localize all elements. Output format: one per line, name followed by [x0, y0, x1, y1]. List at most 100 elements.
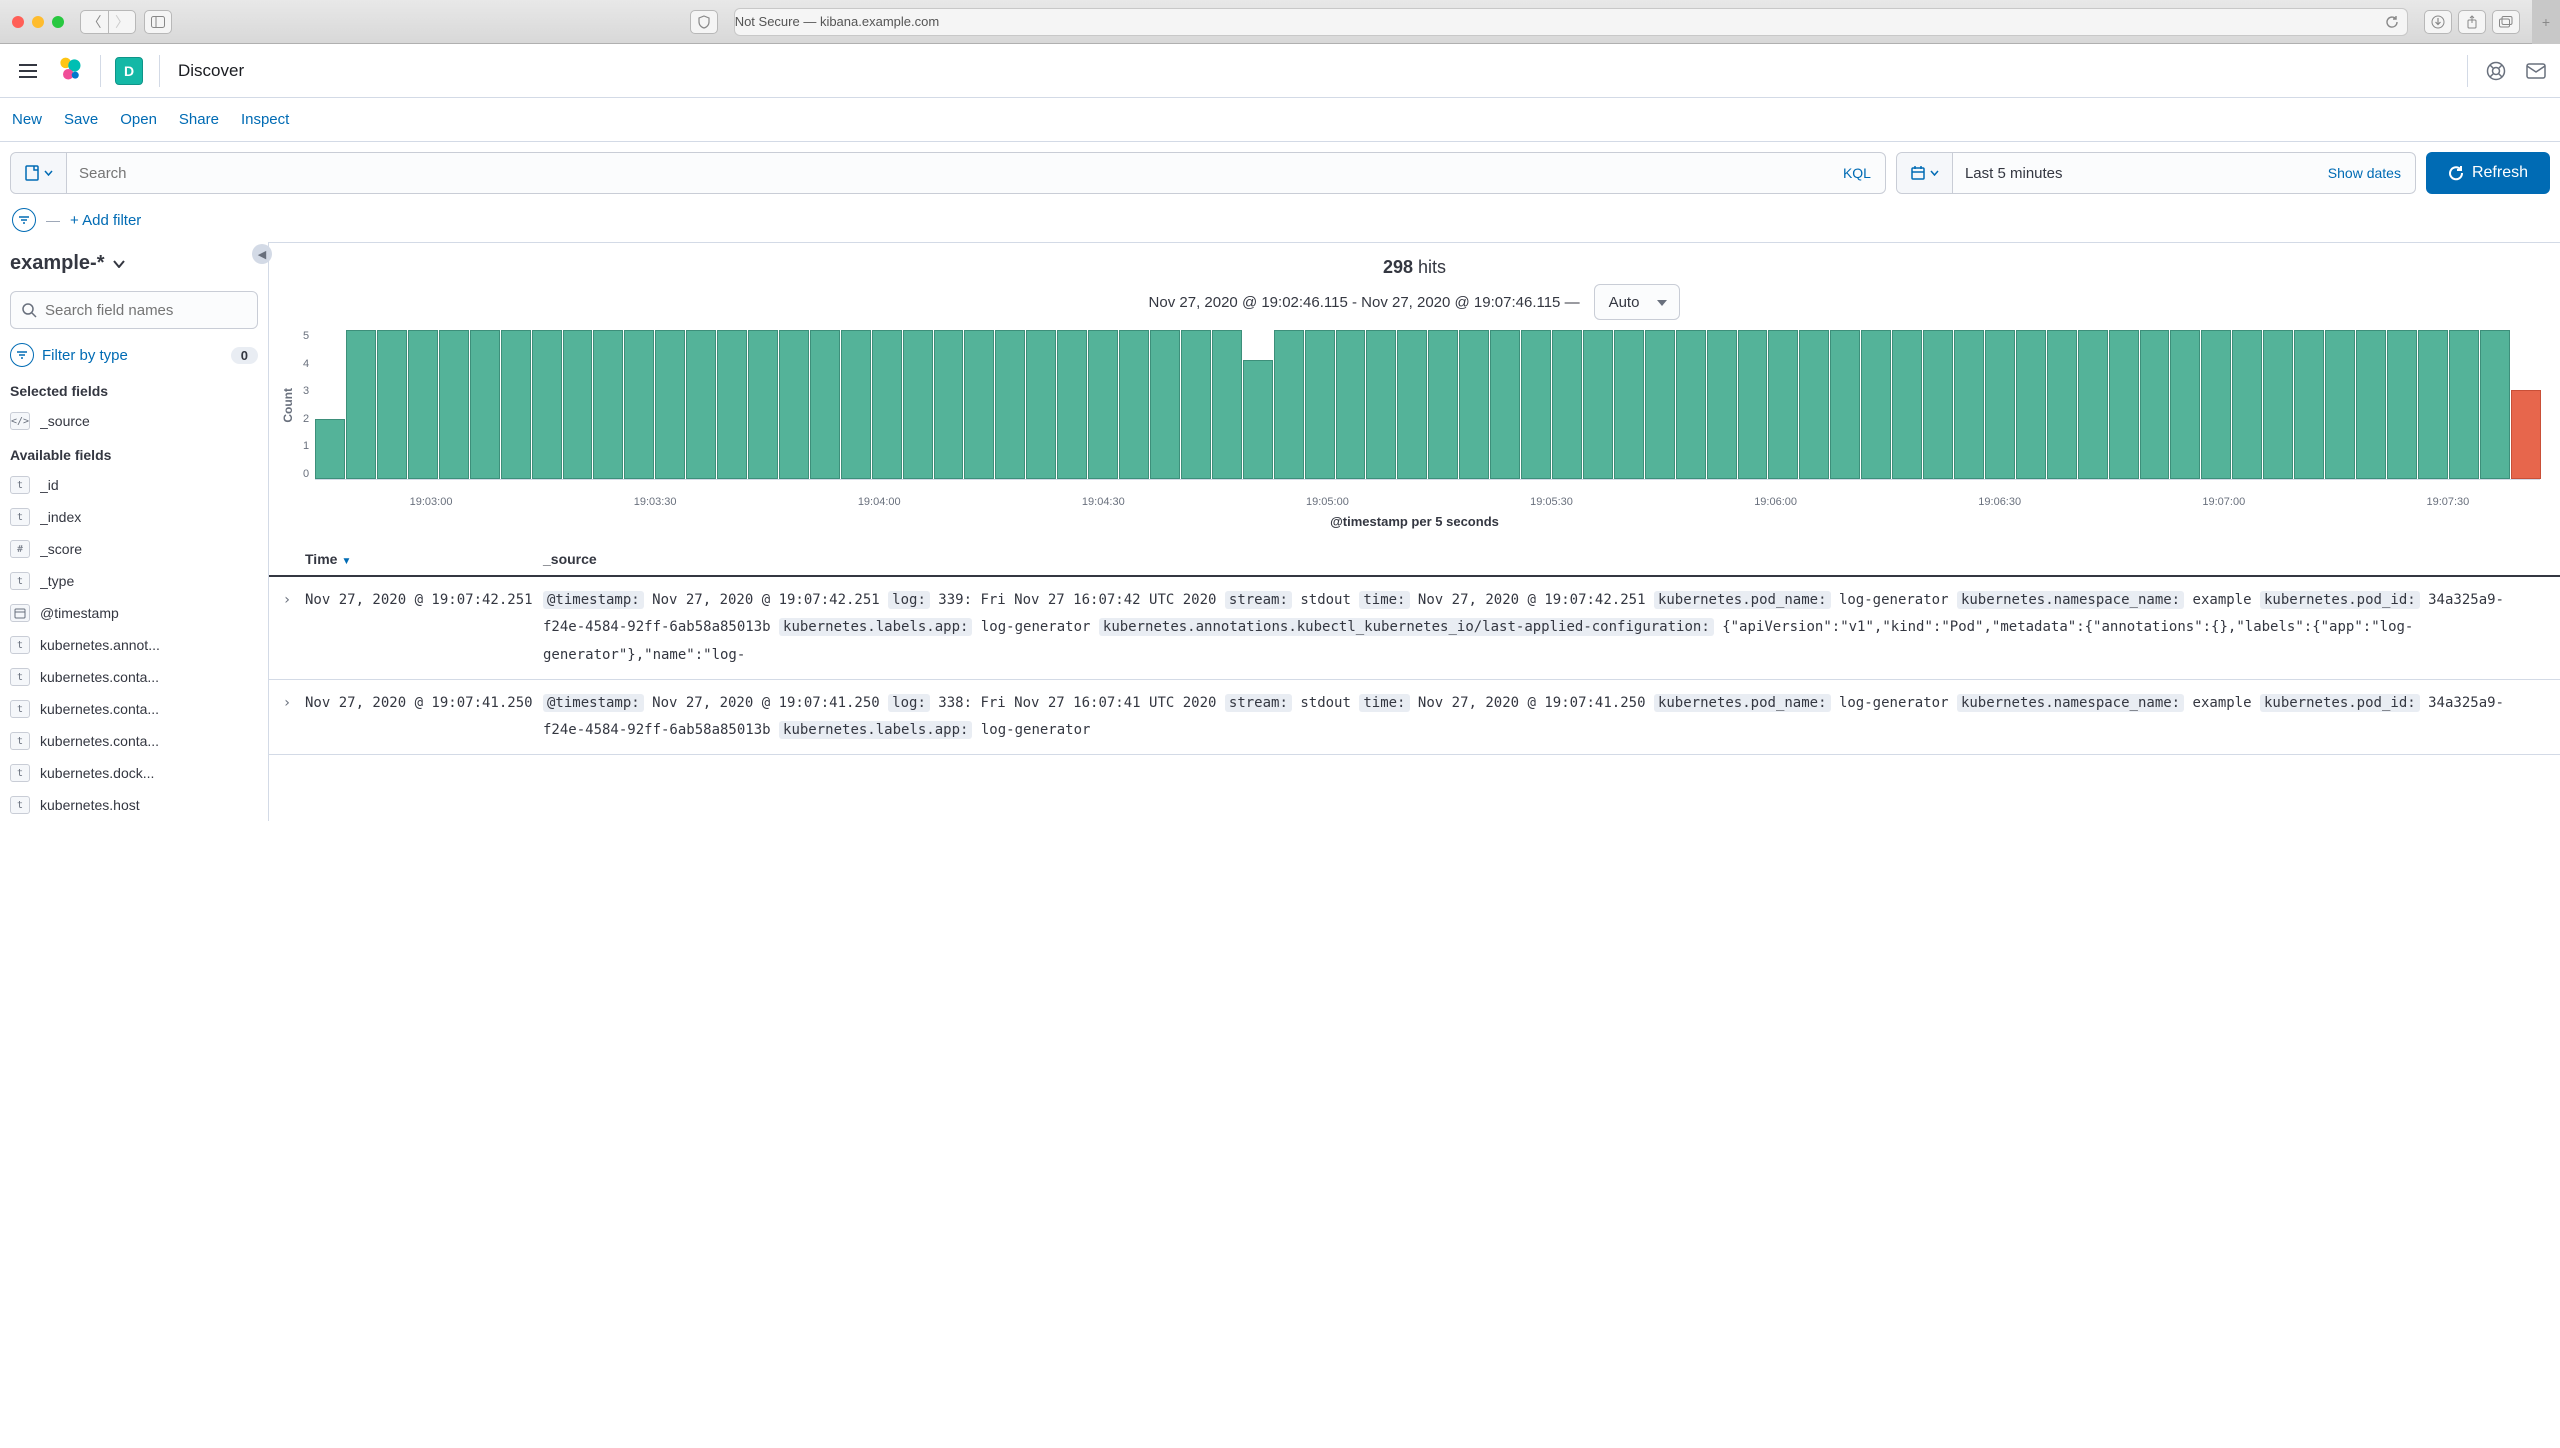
histogram-bar[interactable]: [2170, 330, 2200, 479]
histogram-bar[interactable]: [1243, 360, 1273, 479]
show-dates-button[interactable]: Show dates: [2314, 165, 2415, 181]
histogram-bar[interactable]: [779, 330, 809, 479]
histogram-bar[interactable]: [439, 330, 469, 479]
field-item[interactable]: tkubernetes.annot...: [10, 629, 258, 661]
field-item[interactable]: #_score: [10, 533, 258, 565]
date-quick-select-button[interactable]: [1897, 153, 1953, 193]
histogram-bar[interactable]: [2140, 330, 2170, 479]
histogram-bar[interactable]: [1583, 330, 1613, 479]
field-item[interactable]: tkubernetes.conta...: [10, 693, 258, 725]
histogram-bar[interactable]: [1119, 330, 1149, 479]
histogram-bar[interactable]: [1923, 330, 1953, 479]
histogram-bar[interactable]: [1521, 330, 1551, 479]
histogram-bar[interactable]: [1428, 330, 1458, 479]
column-header-source[interactable]: _source: [543, 551, 2560, 567]
histogram-bar[interactable]: [2449, 330, 2479, 479]
histogram-bar[interactable]: [408, 330, 438, 479]
histogram-bar[interactable]: [655, 330, 685, 479]
histogram-bar[interactable]: [1707, 330, 1737, 479]
reload-icon[interactable]: [2385, 15, 2399, 29]
field-item[interactable]: </>_source: [10, 405, 258, 437]
back-button[interactable]: 〈: [80, 10, 108, 34]
histogram-bar[interactable]: [1305, 330, 1335, 479]
histogram-bar[interactable]: [903, 330, 933, 479]
histogram-bar[interactable]: [995, 330, 1025, 479]
histogram-bar[interactable]: [1088, 330, 1118, 479]
histogram-bar[interactable]: [2263, 330, 2293, 479]
submenu-inspect[interactable]: Inspect: [241, 111, 289, 128]
histogram-bar[interactable]: [2356, 330, 2386, 479]
index-pattern-selector[interactable]: example-*: [10, 244, 258, 283]
kql-toggle[interactable]: KQL: [1829, 165, 1885, 181]
expand-row-button[interactable]: ›: [269, 587, 305, 669]
histogram-bar[interactable]: [2078, 330, 2108, 479]
chart-bars[interactable]: [315, 330, 2540, 480]
field-item[interactable]: t_id: [10, 469, 258, 501]
field-item[interactable]: t_type: [10, 565, 258, 597]
histogram-bar[interactable]: [1274, 330, 1304, 479]
histogram-bar[interactable]: [532, 330, 562, 479]
field-item[interactable]: tkubernetes.host: [10, 789, 258, 821]
column-header-time[interactable]: Time▼: [305, 551, 543, 567]
histogram-bar[interactable]: [1397, 330, 1427, 479]
histogram-bar[interactable]: [593, 330, 623, 479]
filter-by-type-button[interactable]: Filter by type: [42, 347, 128, 364]
privacy-button[interactable]: [690, 10, 718, 34]
interval-select[interactable]: Auto: [1594, 284, 1681, 320]
field-item[interactable]: t_index: [10, 501, 258, 533]
histogram-bar[interactable]: [1490, 330, 1520, 479]
histogram-bar[interactable]: [810, 330, 840, 479]
histogram-bar[interactable]: [1057, 330, 1087, 479]
histogram-bar[interactable]: [2511, 390, 2541, 479]
menu-toggle-button[interactable]: [12, 55, 44, 87]
expand-row-button[interactable]: ›: [269, 690, 305, 745]
histogram-bar[interactable]: [2387, 330, 2417, 479]
field-item[interactable]: @timestamp: [10, 597, 258, 629]
histogram-bar[interactable]: [1026, 330, 1056, 479]
histogram-bar[interactable]: [1366, 330, 1396, 479]
collapse-sidebar-button[interactable]: ◀: [252, 244, 272, 264]
histogram-bar[interactable]: [841, 330, 871, 479]
add-filter-button[interactable]: + Add filter: [70, 212, 141, 229]
help-icon[interactable]: [2484, 59, 2508, 83]
histogram-bar[interactable]: [470, 330, 500, 479]
space-badge[interactable]: D: [115, 57, 143, 85]
tabs-button[interactable]: [2492, 10, 2520, 34]
histogram-bar[interactable]: [501, 330, 531, 479]
histogram-bar[interactable]: [315, 419, 345, 479]
histogram-bar[interactable]: [686, 330, 716, 479]
histogram-bar[interactable]: [1614, 330, 1644, 479]
histogram-bar[interactable]: [2325, 330, 2355, 479]
refresh-button[interactable]: Refresh: [2426, 152, 2550, 194]
histogram-bar[interactable]: [1212, 330, 1242, 479]
histogram-bar[interactable]: [1768, 330, 1798, 479]
field-item[interactable]: tkubernetes.conta...: [10, 725, 258, 757]
histogram-bar[interactable]: [2418, 330, 2448, 479]
histogram-bar[interactable]: [1985, 330, 2015, 479]
url-bar[interactable]: Not Secure — kibana.example.com: [734, 8, 2408, 36]
histogram-bar[interactable]: [1830, 330, 1860, 479]
histogram-bar[interactable]: [346, 330, 376, 479]
histogram-bar[interactable]: [1181, 330, 1211, 479]
histogram-bar[interactable]: [2016, 330, 2046, 479]
sidebar-toggle-button[interactable]: [144, 10, 172, 34]
histogram-bar[interactable]: [2294, 330, 2324, 479]
search-input[interactable]: [67, 165, 1829, 182]
newsfeed-icon[interactable]: [2524, 59, 2548, 83]
histogram-bar[interactable]: [1892, 330, 1922, 479]
histogram-bar[interactable]: [1799, 330, 1829, 479]
new-tab-button[interactable]: +: [2532, 0, 2560, 44]
histogram-bar[interactable]: [964, 330, 994, 479]
histogram-bar[interactable]: [748, 330, 778, 479]
date-range-value[interactable]: Last 5 minutes: [1953, 165, 2314, 182]
forward-button[interactable]: 〉: [108, 10, 136, 34]
field-search-input[interactable]: [45, 302, 247, 319]
histogram-bar[interactable]: [1336, 330, 1366, 479]
submenu-share[interactable]: Share: [179, 111, 219, 128]
histogram-bar[interactable]: [934, 330, 964, 479]
histogram-bar[interactable]: [2109, 330, 2139, 479]
downloads-button[interactable]: [2424, 10, 2452, 34]
histogram-bar[interactable]: [2047, 330, 2077, 479]
share-button[interactable]: [2458, 10, 2486, 34]
filter-options-button[interactable]: [12, 208, 36, 232]
